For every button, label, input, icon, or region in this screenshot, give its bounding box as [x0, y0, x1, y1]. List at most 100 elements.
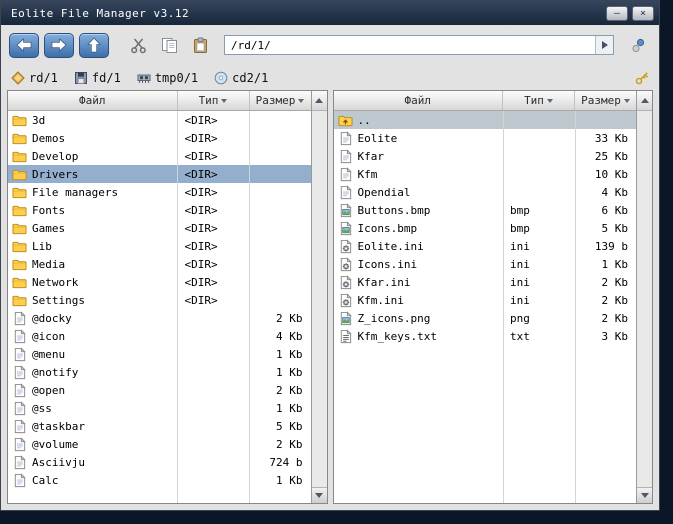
file-name-label: Asciivju	[32, 455, 85, 469]
file-name-cell: @notify	[8, 364, 177, 380]
file-row[interactable]: Kfar 25 Kb	[334, 147, 637, 165]
close-button[interactable]: ×	[632, 5, 654, 21]
file-type-cell: <DIR>	[184, 149, 218, 163]
file-row[interactable]: Icons.ini ini 1 Kb	[334, 255, 637, 273]
column-header-size[interactable]: Размер	[248, 91, 311, 110]
scroll-track[interactable]	[637, 111, 652, 487]
file-type-cell: <DIR>	[184, 203, 218, 217]
txt-icon	[338, 328, 353, 344]
file-row[interactable]: Media <DIR>	[8, 255, 311, 273]
device-cd21[interactable]: cd2/1	[214, 71, 268, 85]
file-row[interactable]: Kfm_keys.txt txt 3 Kb	[334, 327, 637, 345]
file-row[interactable]: Demos <DIR>	[8, 129, 311, 147]
cut-button[interactable]	[125, 32, 151, 58]
file-row[interactable]: ..	[333, 111, 636, 129]
column-header-file[interactable]: Файл	[334, 91, 503, 110]
file-row[interactable]: @icon 4 Kb	[8, 327, 311, 345]
file-row[interactable]: Lib <DIR>	[8, 237, 311, 255]
file-row[interactable]: Opendial 4 Kb	[334, 183, 637, 201]
file-row[interactable]: 3d <DIR>	[8, 111, 311, 129]
file-name-cell: Games	[8, 221, 177, 236]
file-icon	[12, 382, 27, 398]
back-button[interactable]	[9, 32, 39, 58]
hard-disk-icon	[11, 70, 25, 85]
file-row[interactable]: @docky 2 Kb	[8, 309, 311, 327]
titlebar[interactable]: Eolite File Manager v3.12 — ×	[1, 1, 659, 25]
column-header-type[interactable]: Тип	[502, 91, 574, 110]
folder-icon	[12, 167, 27, 182]
file-size-cell: 2 Kb	[276, 437, 303, 451]
file-row[interactable]: Calc 1 Kb	[8, 471, 311, 489]
file-type-cell: bmp	[510, 203, 530, 217]
file-name-cell: Network	[8, 275, 177, 290]
file-row[interactable]: Eolite 33 Kb	[334, 129, 637, 147]
file-row[interactable]: Asciivju 724 b	[8, 453, 311, 471]
file-name-label: Eolite	[357, 131, 398, 145]
column-header-file[interactable]: Файл	[8, 91, 177, 110]
scroll-up-button[interactable]	[311, 91, 327, 111]
left-panel: Файл Тип Размер 3d <DIR> Demos <DIR> Develop…	[7, 90, 328, 504]
file-row[interactable]: @taskbar 5 Kb	[8, 417, 311, 435]
file-row[interactable]: Icons.bmp bmp 5 Kb	[334, 219, 637, 237]
scroll-track[interactable]	[312, 111, 327, 487]
ram-disk-icon	[137, 71, 151, 85]
column-header-type[interactable]: Тип	[176, 91, 249, 110]
left-scrollbar[interactable]	[310, 91, 327, 503]
paste-button[interactable]	[187, 32, 213, 58]
file-row[interactable]: File managers <DIR>	[8, 183, 311, 201]
path-input[interactable]: /rd/1/	[225, 39, 595, 52]
file-name-cell: Opendial	[334, 184, 503, 200]
file-row[interactable]: Drivers <DIR>	[8, 165, 311, 183]
scroll-down-button[interactable]	[311, 487, 327, 503]
column-header-size[interactable]: Размер	[574, 91, 636, 110]
file-row[interactable]: Network <DIR>	[8, 273, 311, 291]
file-size-cell: 2 Kb	[601, 293, 629, 307]
device-tmp01[interactable]: tmp0/1	[137, 71, 198, 85]
minimize-button[interactable]: —	[606, 5, 628, 21]
right-scrollbar[interactable]	[636, 91, 652, 503]
file-size-cell: 33 Kb	[594, 131, 628, 145]
file-row[interactable]: Settings <DIR>	[8, 291, 311, 309]
file-name-label: Kfm.ini	[357, 293, 404, 307]
scroll-down-button[interactable]	[637, 487, 652, 503]
device-rd1[interactable]: rd/1	[11, 71, 58, 85]
file-row[interactable]: Fonts <DIR>	[8, 201, 311, 219]
file-row[interactable]: Buttons.bmp bmp 6 Kb	[334, 201, 637, 219]
ini-icon	[338, 292, 353, 308]
scroll-up-button[interactable]	[637, 91, 652, 111]
device-fd1[interactable]: fd/1	[74, 71, 121, 85]
sort-desc-icon	[623, 98, 630, 103]
file-row[interactable]: Develop <DIR>	[8, 147, 311, 165]
column-divider	[574, 111, 576, 503]
file-name-label: Kfar	[357, 149, 385, 163]
file-row[interactable]: Kfm.ini ini 2 Kb	[334, 291, 637, 309]
file-size-cell: 139 b	[594, 239, 628, 253]
go-button[interactable]	[595, 36, 613, 54]
file-row[interactable]: Eolite.ini ini 139 b	[334, 237, 637, 255]
path-bar[interactable]: /rd/1/	[224, 35, 614, 55]
appearance-button[interactable]	[625, 32, 651, 58]
file-size-cell: 1 Kb	[276, 473, 303, 487]
file-row[interactable]: Kfm 10 Kb	[334, 165, 637, 183]
file-row[interactable]: @menu 1 Kb	[8, 345, 311, 363]
file-row[interactable]: @open 2 Kb	[8, 381, 311, 399]
up-button[interactable]	[79, 32, 109, 58]
forward-button[interactable]	[44, 32, 74, 58]
file-row[interactable]: Kfar.ini ini 2 Kb	[334, 273, 637, 291]
copy-button[interactable]	[156, 32, 182, 58]
file-name-cell: Develop	[8, 149, 177, 164]
scissors-icon	[130, 37, 147, 54]
file-size-cell: 5 Kb	[601, 221, 629, 235]
file-name-label: Media	[32, 257, 66, 271]
file-row[interactable]: @notify 1 Kb	[8, 363, 311, 381]
file-name-cell: Z_icons.png	[334, 310, 503, 326]
device-label: rd/1	[29, 70, 58, 85]
ini-icon	[338, 238, 353, 254]
file-row[interactable]: Games <DIR>	[8, 219, 311, 237]
file-row[interactable]: @ss 1 Kb	[8, 399, 311, 417]
file-size-cell: 1 Kb	[601, 257, 629, 271]
file-row[interactable]: Z_icons.png png 2 Kb	[334, 309, 637, 327]
file-icon	[12, 436, 27, 452]
settings-button[interactable]	[635, 71, 649, 85]
file-row[interactable]: @volume 2 Kb	[8, 435, 311, 453]
